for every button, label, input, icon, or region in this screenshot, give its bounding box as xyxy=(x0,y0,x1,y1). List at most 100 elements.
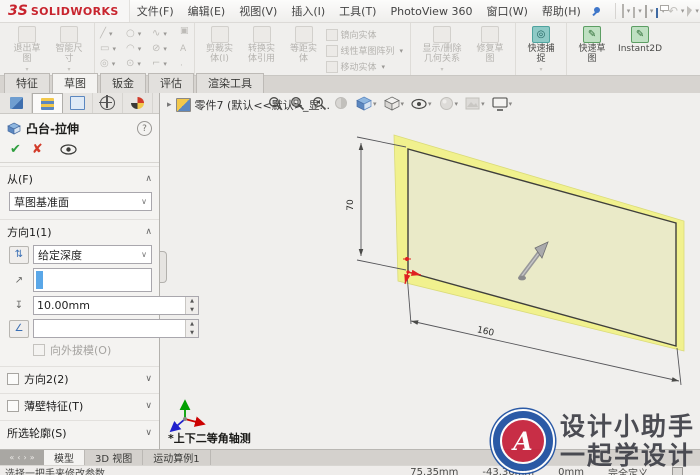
caret-icon[interactable]: ▾ xyxy=(627,7,631,15)
caret-icon[interactable]: ▾ xyxy=(650,7,654,15)
tab-features[interactable]: 特征 xyxy=(4,73,50,93)
panel-splitter-tab[interactable] xyxy=(160,251,167,283)
caret-icon[interactable]: ▾ xyxy=(638,7,642,15)
from-plane-dropdown[interactable]: 草图基准面 ∨ xyxy=(9,192,152,211)
chevron-down-icon[interactable]: ∨ xyxy=(145,401,152,411)
tab-scroll-buttons[interactable]: « ‹ › » xyxy=(0,450,44,465)
menu-insert[interactable]: 插入(I) xyxy=(284,3,332,19)
caret-icon[interactable]: ▾ xyxy=(695,7,699,15)
menu-edit[interactable]: 编辑(E) xyxy=(181,3,233,19)
pin-menu-icon[interactable] xyxy=(592,6,602,16)
exit-sketch-button[interactable]: 退出草 图 ▾ xyxy=(7,26,47,75)
graphics-viewport[interactable]: ▸ 零件7 (默认<<默认>_显... ▾ ▾ ▾ ▾ ▾ ▾ 70 160 *… xyxy=(160,93,700,449)
caret-icon[interactable]: ▾ xyxy=(163,59,167,69)
trim-entities-button[interactable]: 剪裁实 体(I) xyxy=(200,26,240,64)
linear-pattern-button[interactable]: 线性草图阵列 ▾ xyxy=(325,44,406,57)
thin-feature-checkbox[interactable] xyxy=(7,400,19,412)
section-selected-contours-header[interactable]: 所选轮廓(S) ∨ xyxy=(0,420,159,444)
menu-window[interactable]: 窗口(W) xyxy=(479,3,534,19)
select-icon[interactable] xyxy=(687,5,693,17)
reverse-direction-icon[interactable]: ⇅ xyxy=(9,245,29,264)
instant2d-button[interactable]: ✎ Instant2D xyxy=(614,26,666,54)
caret-icon[interactable]: ▾ xyxy=(138,44,142,54)
tab-motion-study[interactable]: 运动算例1 xyxy=(143,450,211,465)
caret-icon[interactable]: ▾ xyxy=(540,65,543,75)
preview-eye-icon[interactable] xyxy=(60,144,77,155)
menu-help[interactable]: 帮助(H) xyxy=(535,3,588,19)
line-tool[interactable]: ╱ ▾ xyxy=(100,28,126,39)
caret-icon[interactable]: ▾ xyxy=(382,63,386,71)
chevron-up-icon[interactable]: ∧ xyxy=(145,227,152,237)
cancel-button[interactable]: ✘ xyxy=(32,142,43,157)
scroll-next-icon[interactable]: › xyxy=(24,453,27,462)
quick-snaps-button[interactable]: ◎ 快速捕 捉 ▾ xyxy=(521,26,561,75)
dimension-height-text[interactable]: 70 xyxy=(346,199,356,211)
undo-icon[interactable]: ↶ xyxy=(668,5,678,17)
scroll-last-icon[interactable]: » xyxy=(30,453,35,462)
menu-tools[interactable]: 工具(T) xyxy=(332,3,383,19)
caret-icon[interactable]: ▾ xyxy=(163,44,167,54)
tab-sheet-metal[interactable]: 钣金 xyxy=(100,73,146,93)
tab-evaluate[interactable]: 评估 xyxy=(148,73,194,93)
tab-property-manager[interactable] xyxy=(32,93,63,113)
circle-tool[interactable]: ○ ▾ xyxy=(126,28,152,39)
ok-button[interactable]: ✔ xyxy=(10,142,21,157)
display-relations-button[interactable]: 显示/删除 几何关系 ▾ xyxy=(416,26,468,75)
tab-dimxpert[interactable] xyxy=(93,93,123,113)
caret-icon[interactable]: ▾ xyxy=(441,65,444,75)
section-direction2-header[interactable]: 方向2(2) ∨ xyxy=(0,366,159,390)
section-from-header[interactable]: 从(F) ∧ xyxy=(0,166,159,190)
caret-icon[interactable]: ▾ xyxy=(112,44,116,54)
tab-render-tools[interactable]: 渲染工具 xyxy=(196,73,264,93)
direction2-checkbox[interactable] xyxy=(7,373,19,385)
fillet-tool[interactable]: ⌐ ▾ xyxy=(152,58,178,69)
end-condition-dropdown[interactable]: 给定深度 ∨ xyxy=(33,245,152,264)
draft-icon[interactable]: ∠ xyxy=(9,319,29,338)
rectangle-tool[interactable]: ▭ ▾ xyxy=(100,43,126,54)
section-thin-feature-header[interactable]: 薄壁特征(T) ∨ xyxy=(0,393,159,417)
caret-icon[interactable]: ▾ xyxy=(400,47,404,55)
save-icon[interactable] xyxy=(644,4,647,18)
help-icon[interactable]: ? xyxy=(137,121,152,136)
slot-tool[interactable]: ◎ ▾ xyxy=(100,58,126,69)
tab-feature-tree[interactable] xyxy=(2,93,32,113)
caret-icon[interactable]: ▾ xyxy=(163,29,167,39)
rapid-sketch-button[interactable]: ✎ 快速草 图 xyxy=(572,26,612,64)
point-circle-tool[interactable]: ⊙ ▾ xyxy=(126,58,152,69)
outward-draft-checkbox[interactable] xyxy=(33,344,45,356)
move-entities-button[interactable]: 移动实体 ▾ xyxy=(325,60,406,73)
menu-file[interactable]: 文件(F) xyxy=(130,3,181,19)
caret-icon[interactable]: ▾ xyxy=(112,59,116,69)
print-icon[interactable] xyxy=(656,5,670,18)
smart-dimension-button[interactable]: 智能尺 寸 ▾ xyxy=(49,26,89,75)
offset-entities-button[interactable]: 等距实 体 xyxy=(284,26,324,64)
ellipse-tool[interactable]: ⊘ ▾ xyxy=(152,43,178,54)
dimension-width-text[interactable]: 160 xyxy=(476,325,495,339)
caret-icon[interactable]: ▾ xyxy=(109,29,113,39)
tab-sketch[interactable]: 草图 xyxy=(52,73,98,93)
menu-photoview[interactable]: PhotoView 360 xyxy=(383,5,479,18)
new-document-icon[interactable] xyxy=(621,4,624,18)
spline-tool[interactable]: ∿ ▾ xyxy=(152,28,178,39)
tab-3d-views[interactable]: 3D 视图 xyxy=(85,450,144,465)
tab-model[interactable]: 模型 xyxy=(44,450,85,465)
scroll-first-icon[interactable]: « xyxy=(9,453,14,462)
polygon-tool[interactable]: ▣ xyxy=(180,26,189,36)
caret-icon[interactable]: ▾ xyxy=(138,29,142,39)
point-tool[interactable]: · xyxy=(180,61,189,71)
tab-display-manager[interactable] xyxy=(123,93,153,113)
chevron-up-icon[interactable]: ∧ xyxy=(145,174,152,184)
tab-configuration-manager[interactable] xyxy=(63,93,93,113)
repair-sketch-button[interactable]: 修复草 图 xyxy=(470,26,510,64)
caret-icon[interactable]: ▾ xyxy=(137,59,141,69)
arc-tool[interactable]: ◠ ▾ xyxy=(126,43,152,54)
caret-icon[interactable]: ▾ xyxy=(681,7,685,15)
chevron-down-icon[interactable]: ∨ xyxy=(145,374,152,384)
scroll-prev-icon[interactable]: ‹ xyxy=(17,453,20,462)
direction-selection-box[interactable] xyxy=(33,268,152,292)
chevron-down-icon[interactable]: ∨ xyxy=(145,428,152,438)
mirror-entities-button[interactable]: 镜向实体 xyxy=(325,28,406,41)
text-tool[interactable]: A xyxy=(180,44,189,54)
convert-entities-button[interactable]: 转换实 体引用 xyxy=(242,26,282,64)
menu-view[interactable]: 视图(V) xyxy=(232,3,284,19)
